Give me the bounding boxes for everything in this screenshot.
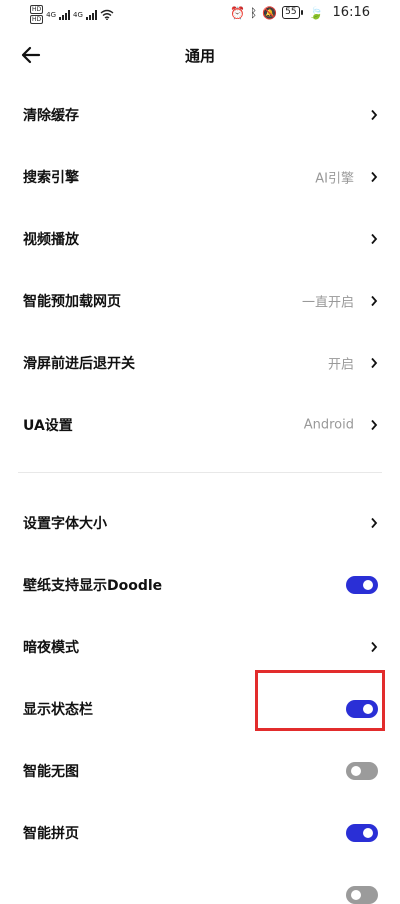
- chevron-right-icon: [371, 357, 378, 369]
- chevron-right-icon: [371, 419, 378, 431]
- hd-badge: HD: [30, 5, 44, 14]
- page-title: 通用: [184, 47, 215, 65]
- status-bar-right: ⏰ ᛒ 🔕 55 🍃 16:16: [230, 5, 370, 20]
- setting-value: Android: [303, 417, 354, 433]
- chevron-right-icon: [371, 109, 378, 121]
- hd-badge: HD: [30, 15, 44, 24]
- bluetooth-icon: ᛒ: [249, 5, 258, 20]
- network-type-label: 4G: [73, 10, 83, 19]
- setting-row-search-engine[interactable]: 搜索引擎 AI引擎: [0, 146, 400, 208]
- chevron-right-icon: [371, 641, 378, 653]
- chevron-right-icon: [371, 233, 378, 245]
- network-type-label: 4G: [46, 10, 57, 19]
- setting-row-smart-page-merge: 智能拼页: [0, 802, 400, 864]
- toggle-knob: [351, 766, 361, 776]
- doodle-toggle[interactable]: [346, 576, 378, 594]
- setting-label: UA设置: [23, 418, 73, 434]
- battery-icon: 55: [282, 6, 304, 19]
- chevron-right-icon: [371, 171, 378, 183]
- signal-icon: [59, 9, 71, 20]
- setting-row-doodle-wallpaper: 壁纸支持显示Doodle: [0, 554, 400, 616]
- setting-value: AI引擎: [315, 171, 354, 187]
- leaf-icon: 🍃: [308, 5, 324, 20]
- setting-label: 暗夜模式: [23, 640, 79, 656]
- chevron-right-icon: [371, 517, 378, 529]
- toggle-knob: [363, 580, 373, 590]
- setting-value: 一直开启: [301, 295, 354, 311]
- setting-row-dark-mode[interactable]: 暗夜模式: [0, 616, 400, 678]
- header-bar: 通用: [0, 28, 400, 84]
- setting-label: 智能无图: [23, 764, 79, 780]
- status-bar: HD HD 4G 4G ⏰ ᛒ 🔕 55 🍃 16:16: [0, 0, 400, 28]
- setting-row-font-size[interactable]: 设置字体大小: [0, 492, 400, 554]
- setting-row-ua[interactable]: UA设置 Android: [0, 394, 400, 456]
- setting-label: 设置字体大小: [23, 516, 107, 532]
- setting-row-video-playback[interactable]: 视频播放: [0, 208, 400, 270]
- setting-row-smart-no-image: 智能无图: [0, 740, 400, 802]
- status-bar-left: HD HD 4G 4G: [30, 5, 114, 24]
- setting-value: 开启: [327, 357, 354, 373]
- signal-icon: [85, 9, 97, 20]
- next-row-toggle[interactable]: [346, 886, 378, 904]
- setting-label: 智能预加载网页: [23, 294, 121, 310]
- smart-no-image-toggle[interactable]: [346, 762, 378, 780]
- setting-label: 壁纸支持显示Doodle: [23, 578, 163, 594]
- smart-page-merge-toggle[interactable]: [346, 824, 378, 842]
- alarm-icon: ⏰: [230, 5, 245, 20]
- setting-label: 搜索引擎: [23, 170, 79, 186]
- toggle-knob: [351, 890, 361, 900]
- toggle-knob: [363, 828, 373, 838]
- chevron-right-icon: [371, 295, 378, 307]
- mute-icon: 🔕: [262, 5, 278, 20]
- section-divider: [18, 472, 382, 473]
- setting-row-smart-preload[interactable]: 智能预加载网页 一直开启: [0, 270, 400, 332]
- status-time: 16:16: [332, 5, 370, 20]
- setting-label: 清除缓存: [23, 108, 79, 124]
- highlight-box: [255, 670, 385, 731]
- setting-label: 智能拼页: [23, 826, 79, 842]
- setting-label: 视频播放: [23, 232, 79, 248]
- hd-indicators: HD HD: [30, 5, 44, 24]
- wifi-icon: [100, 9, 114, 20]
- setting-row-clear-cache[interactable]: 清除缓存: [0, 84, 400, 146]
- setting-label: 滑屏前进后退开关: [23, 356, 135, 372]
- setting-row-swipe-navigation[interactable]: 滑屏前进后退开关 开启: [0, 332, 400, 394]
- setting-label: 显示状态栏: [23, 702, 93, 718]
